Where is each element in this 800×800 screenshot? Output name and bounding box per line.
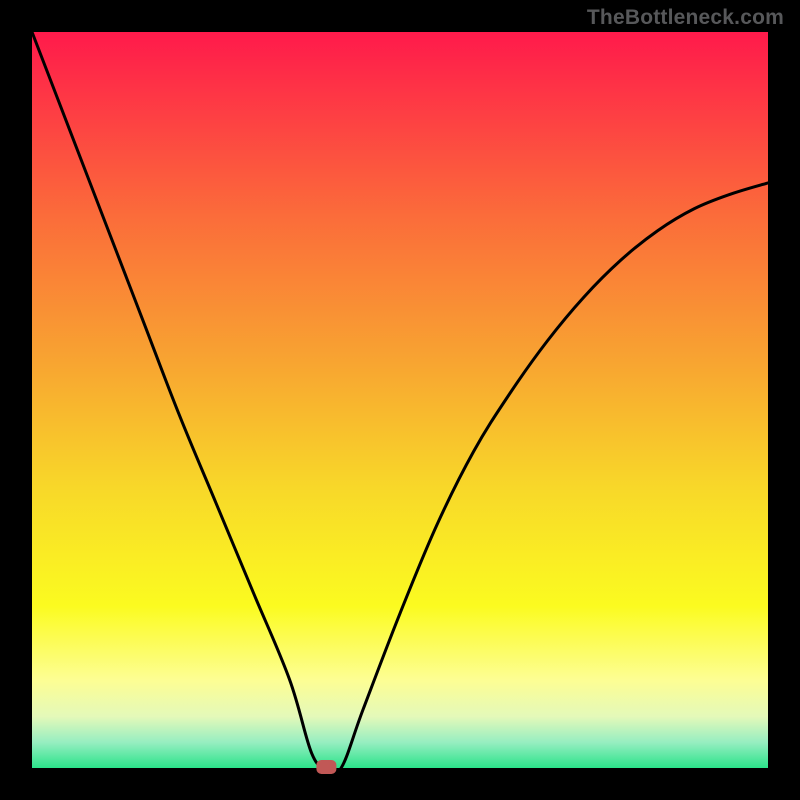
watermark-label: TheBottleneck.com xyxy=(587,6,784,30)
minimum-marker xyxy=(316,760,336,774)
bottleneck-chart xyxy=(0,0,800,800)
chart-container: TheBottleneck.com xyxy=(0,0,800,800)
plot-background xyxy=(32,32,768,768)
